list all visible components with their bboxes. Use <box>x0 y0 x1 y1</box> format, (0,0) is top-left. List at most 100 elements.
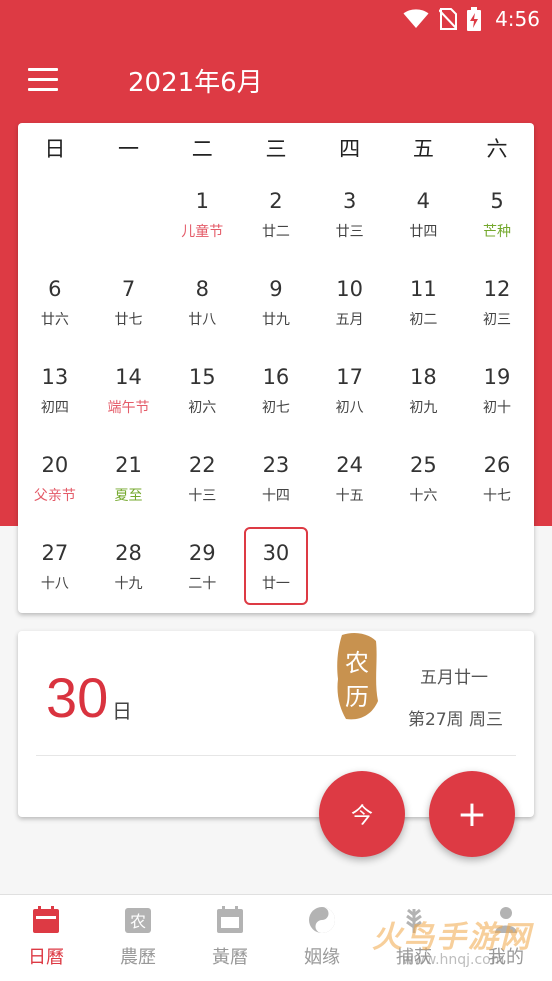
day-number: 30 <box>262 541 290 565</box>
day-cell[interactable]: 15 初六 <box>170 351 234 429</box>
status-bar: 4:56 <box>0 0 552 38</box>
selected-day-unit: 日 <box>112 699 132 723</box>
nav-label: 黃曆 <box>212 947 248 968</box>
lunar-label: 十六 <box>409 488 438 504</box>
menu-button[interactable] <box>28 68 58 92</box>
day-cell[interactable]: 17 初八 <box>318 351 382 429</box>
day-cell[interactable]: 12 初三 <box>465 263 529 341</box>
lunar-label: 端午节 <box>107 400 150 416</box>
lunar-label: 二十 <box>188 576 217 592</box>
day-cell[interactable]: 26 十七 <box>465 439 529 517</box>
battery-charging-icon <box>467 7 482 31</box>
day-cell[interactable]: 7 廿七 <box>97 263 161 341</box>
lunar-label: 初九 <box>409 400 438 416</box>
menu-icon-bar <box>28 68 58 71</box>
month-title[interactable]: 2021年6月 <box>128 62 263 99</box>
nav-item[interactable]: 黃曆 <box>184 895 276 981</box>
day-cell[interactable]: 2 廿二 <box>244 175 308 253</box>
day-cell[interactable]: 11 初二 <box>391 263 455 341</box>
day-cell[interactable]: 27 十八 <box>23 527 87 605</box>
day-number: 22 <box>188 453 216 477</box>
status-time: 4:56 <box>495 7 540 31</box>
weekday-label: 四 <box>339 137 361 161</box>
add-event-button[interactable]: + <box>429 771 515 857</box>
bottom-navigation: 日曆农農歷黃曆 姻缘捕获 我的 <box>0 894 552 981</box>
week-info: 第27周 周三 <box>408 710 504 730</box>
nav-label: 我的 <box>488 947 524 968</box>
nongli-icon: 农 <box>123 905 153 935</box>
day-number: 14 <box>115 365 142 389</box>
lunar-label: 五月 <box>335 312 364 328</box>
lunar-label: 十四 <box>261 488 290 504</box>
day-number: 21 <box>115 453 142 477</box>
day-cell[interactable]: 5 芒种 <box>465 175 529 253</box>
weekday-label: 六 <box>486 137 508 161</box>
day-cell[interactable]: 23 十四 <box>244 439 308 517</box>
almanac-icon <box>215 905 245 935</box>
day-number: 5 <box>490 189 504 213</box>
day-cell[interactable]: 10 五月 <box>318 263 382 341</box>
day-cell[interactable]: 4 廿四 <box>391 175 455 253</box>
day-number: 17 <box>336 365 363 389</box>
lunar-label: 初七 <box>261 400 290 416</box>
day-number: 26 <box>483 453 511 477</box>
day-number: 10 <box>336 277 363 301</box>
day-number: 15 <box>188 365 216 389</box>
nav-item[interactable]: 我的 <box>460 895 552 981</box>
day-number: 4 <box>416 189 431 213</box>
day-cell[interactable]: 22 十三 <box>170 439 234 517</box>
day-number: 13 <box>41 365 69 389</box>
lunar-label: 初六 <box>188 400 217 416</box>
day-number: 24 <box>336 453 363 477</box>
add-icon: + <box>456 793 488 835</box>
day-cell[interactable]: 9 廿九 <box>244 263 308 341</box>
day-cell[interactable]: 21 夏至 <box>97 439 161 517</box>
nav-item[interactable]: 农農歷 <box>92 895 184 981</box>
day-number: 20 <box>41 453 69 477</box>
day-cell[interactable]: 14 端午节 <box>97 351 161 429</box>
day-cell[interactable]: 28 十九 <box>97 527 161 605</box>
day-cell[interactable]: 24 十五 <box>318 439 382 517</box>
day-cell[interactable]: 16 初七 <box>244 351 308 429</box>
day-cell[interactable]: 3 廿三 <box>318 175 382 253</box>
svg-text:农: 农 <box>130 912 146 931</box>
nav-item[interactable]: 日曆 <box>0 895 92 981</box>
day-cell[interactable]: 13 初四 <box>23 351 87 429</box>
nav-label: 捕获 <box>396 947 432 968</box>
day-number: 27 <box>41 541 69 565</box>
day-cell[interactable]: 1 儿童节 <box>170 175 234 253</box>
day-cell[interactable]: 8 廿八 <box>170 263 234 341</box>
day-cell[interactable]: 18 初九 <box>391 351 455 429</box>
day-cell[interactable]: 20 父亲节 <box>23 439 87 517</box>
nav-item[interactable]: 捕获 <box>368 895 460 981</box>
day-cell[interactable]: 29 二十 <box>170 527 234 605</box>
lunar-label: 芒种 <box>483 224 512 240</box>
calendar-card: 日 一 二 三 四 五 六 1 儿童节 2 廿二 3 廿三 4 廿四 5 芒种 6 廿六 7 廿七 8 廿八 9 廿九 10 五月… <box>18 123 534 613</box>
nav-item[interactable]: 姻缘 <box>276 895 368 981</box>
day-number: 23 <box>262 453 290 477</box>
stamp-char-1: 农 <box>345 649 369 677</box>
lunar-label: 父亲节 <box>33 488 76 504</box>
lunar-label: 廿六 <box>40 312 69 328</box>
lunar-label: 十九 <box>114 576 143 592</box>
lunar-label: 廿七 <box>114 312 143 328</box>
wheat-icon <box>399 905 429 935</box>
today-button[interactable]: 今 <box>319 771 405 857</box>
no-sim-icon <box>439 8 458 30</box>
day-number: 12 <box>483 277 511 301</box>
lunar-label: 廿一 <box>261 576 290 592</box>
day-cell[interactable]: 19 初十 <box>465 351 529 429</box>
lunar-label: 夏至 <box>114 488 143 504</box>
menu-icon-bar <box>28 78 58 81</box>
day-cell[interactable]: 6 廿六 <box>23 263 87 341</box>
day-number: 8 <box>195 277 209 301</box>
day-cell[interactable]: 25 十六 <box>391 439 455 517</box>
day-number: 18 <box>409 365 437 389</box>
lunar-label: 初四 <box>40 400 69 416</box>
lunar-label: 廿四 <box>409 224 438 240</box>
weekday-header: 日一二三四五六 <box>18 123 534 171</box>
day-number: 1 <box>195 189 209 213</box>
day-cell-today[interactable]: 30 廿一 <box>243 527 308 605</box>
day-number: 3 <box>342 189 357 213</box>
today-button-label: 今 <box>350 804 373 829</box>
